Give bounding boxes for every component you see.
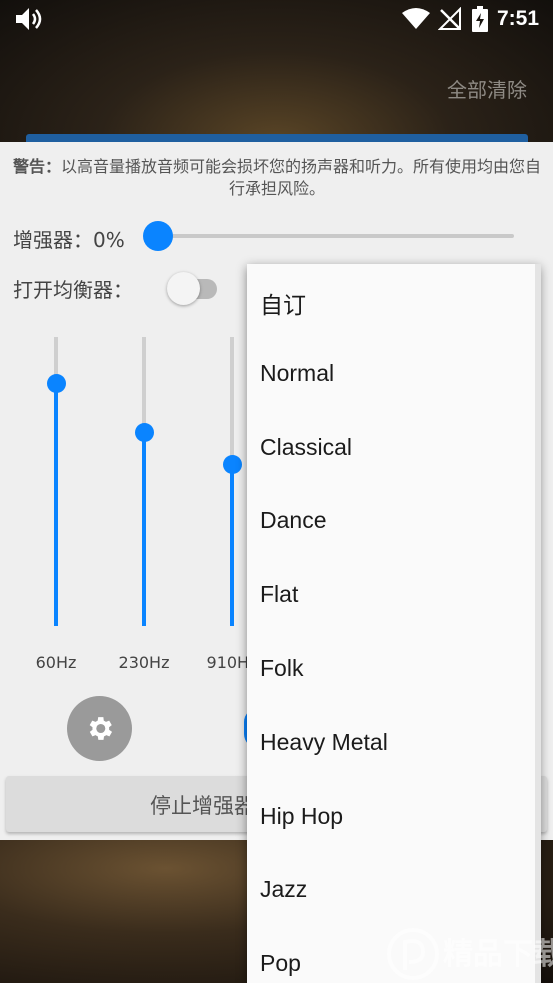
band-frequency-label: 60Hz (35, 653, 77, 672)
band-slider-fill (230, 464, 234, 626)
preset-menu-item-label: Pop (260, 950, 301, 977)
preset-menu-item-label: Flat (260, 581, 299, 608)
preset-menu-item-label: Classical (260, 433, 353, 460)
settings-button[interactable] (67, 696, 132, 761)
wifi-icon (402, 8, 430, 29)
band-slider-thumb[interactable] (46, 373, 66, 393)
preset-menu-item[interactable]: Classical (247, 412, 540, 486)
equalizer-switch-thumb[interactable] (167, 272, 200, 305)
clear-all-button[interactable]: 全部清除 (447, 74, 527, 103)
band-slider-thumb[interactable] (222, 454, 242, 474)
preset-menu-item-label: 自订 (260, 292, 306, 318)
preset-menu-item-label: Jazz (260, 876, 308, 903)
band-slider-thumb[interactable] (134, 422, 154, 442)
booster-label: 增强器：0% (13, 228, 125, 252)
battery-charging-icon (472, 6, 488, 32)
warning-text: 警告：以高音量播放音频可能会损坏您的扬声器和听力。所有使用均由您自行承担风险。 (8, 156, 546, 200)
svg-text:精品下载: 精品下载 (443, 937, 553, 972)
preset-dropdown-menu: 自订 Normal Classical Dance Flat Folk Heavy Meta… (247, 264, 540, 983)
booster-slider-track[interactable] (158, 234, 514, 238)
clock-time: 7:51 (497, 7, 540, 30)
no-signal-icon (438, 7, 461, 30)
menu-scrollbar[interactable] (535, 264, 541, 983)
stop-booster-label: 停止增强器 (150, 794, 255, 818)
status-bar: 7:51 (0, 0, 553, 38)
preset-menu-item[interactable]: Jazz (247, 854, 540, 928)
preset-menu-item[interactable]: Folk (247, 633, 540, 707)
preset-menu-item[interactable]: Hip Hop (247, 781, 540, 855)
warning-title: 警告： (12, 157, 61, 176)
band-slider-fill (142, 432, 146, 626)
preset-menu-item-label: Normal (260, 359, 335, 386)
preset-menu-item[interactable]: Dance (247, 485, 540, 559)
preset-menu-item-label: Folk (260, 655, 304, 681)
watermark-logo: 精品下载 (387, 928, 553, 980)
preset-menu-item[interactable]: Flat (247, 559, 540, 633)
booster-slider-thumb[interactable] (143, 221, 173, 251)
band-slider-fill (54, 383, 58, 626)
preset-menu-item[interactable]: Normal (247, 338, 540, 412)
preset-menu-item-label: Dance (260, 507, 327, 534)
preset-menu-item-label: Heavy Metal (260, 728, 388, 755)
preset-menu-item[interactable]: 自订 (247, 264, 540, 338)
band-frequency-label: 230Hz (118, 653, 170, 672)
volume-icon (16, 8, 42, 30)
equalizer-toggle-label: 打开均衡器： (13, 278, 133, 302)
preset-menu-item[interactable]: Heavy Metal (247, 707, 540, 781)
warning-body: 以高音量播放音频可能会损坏您的扬声器和听力。所有使用均由您自行承担风险。 (61, 157, 542, 198)
gear-icon (89, 717, 113, 740)
preset-menu-item-label: Hip Hop (260, 802, 344, 829)
